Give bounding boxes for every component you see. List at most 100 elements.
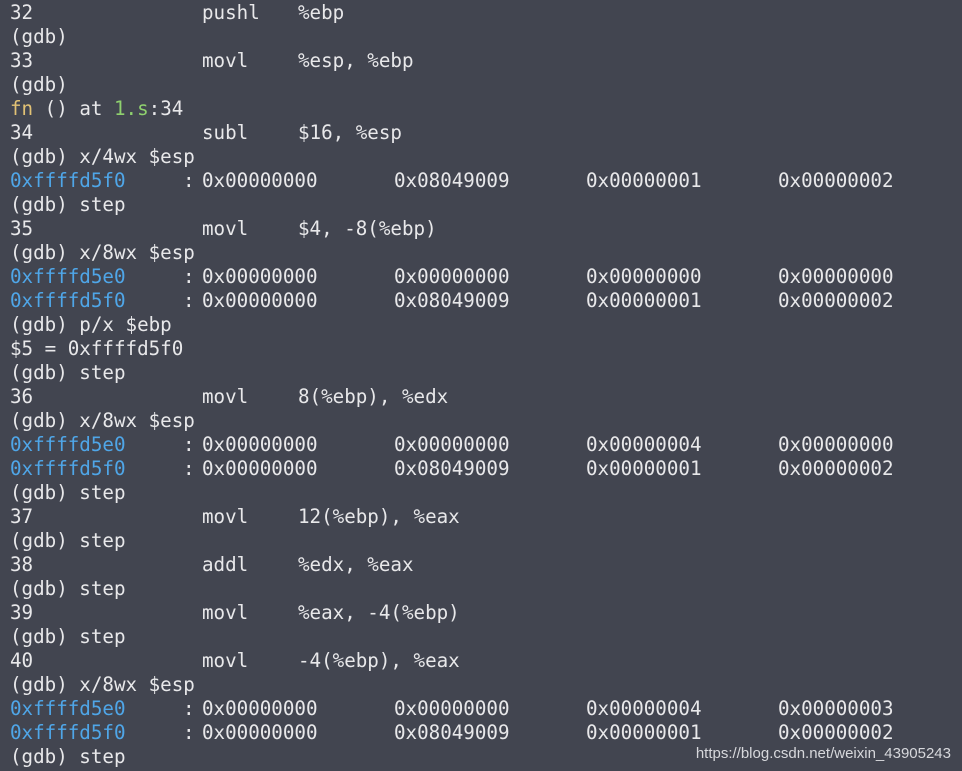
memory-address: 0xffffd5f0: [10, 457, 126, 480]
line-text: (gdb) step: [10, 745, 126, 768]
memory-word: 0x00000000: [202, 289, 318, 312]
memory-word: 0x00000000: [202, 433, 318, 456]
line-text: (gdb): [10, 73, 68, 96]
memory-word: 0x00000004: [586, 433, 702, 456]
instruction-operands: -4(%ebp), %eax: [298, 649, 460, 672]
instruction-mnemonic: movl: [202, 49, 249, 72]
instruction-operands: %eax, -4(%ebp): [298, 601, 460, 624]
memory-address: 0xffffd5f0: [10, 289, 126, 312]
memory-address: 0xffffd5e0: [10, 697, 126, 720]
file-name: 1.s: [113, 97, 149, 120]
memory-address: 0xffffd5f0: [10, 169, 126, 192]
line-number: 37: [10, 505, 34, 528]
line-text: $5 = 0xffffd5f0: [10, 337, 184, 360]
line-text: (gdb) x/8wx $esp: [10, 673, 195, 696]
memory-word: 0x08049009: [394, 721, 510, 744]
line-text: (gdb): [10, 25, 68, 48]
instruction-operands: $16, %esp: [298, 121, 402, 144]
line-number: 39: [10, 601, 34, 624]
instruction-operands: %edx, %eax: [298, 553, 414, 576]
gdb-prompt-line: (gdb): [10, 73, 962, 97]
gdb-prompt-line: (gdb) step: [10, 481, 962, 505]
memory-row: 0xffffd5e0:0x00000000 0x00000000 0x0000000…: [10, 265, 962, 289]
source-line: 39 movl %eax, -4(%ebp): [10, 601, 962, 625]
source-line: 38 addl %edx, %eax: [10, 553, 962, 577]
line-text: (gdb) x/4wx $esp: [10, 145, 195, 168]
memory-word: 0x00000000: [586, 265, 702, 288]
memory-word: 0x00000001: [586, 169, 702, 192]
memory-word: 0x00000000: [778, 265, 894, 288]
source-line: 33 movl %esp, %ebp: [10, 49, 962, 73]
gdb-prompt-line: (gdb) step: [10, 193, 962, 217]
frame-text: () at: [33, 97, 114, 120]
gdb-prompt-line: (gdb) step: [10, 361, 962, 385]
line-text: (gdb) step: [10, 361, 126, 384]
instruction-operands: 12(%ebp), %eax: [298, 505, 460, 528]
address-colon: :: [183, 433, 195, 456]
memory-word: 0x00000002: [778, 457, 894, 480]
gdb-prompt-line: (gdb) x/8wx $esp: [10, 241, 962, 265]
instruction-mnemonic: movl: [202, 385, 249, 408]
gdb-prompt-line: (gdb) step: [10, 577, 962, 601]
line-number: 34: [10, 121, 34, 144]
memory-row: 0xffffd5f0:0x00000000 0x08049009 0x0000000…: [10, 721, 962, 745]
memory-word: 0x08049009: [394, 457, 510, 480]
gdb-terminal[interactable]: 32 pushl %ebp (gdb) 33 movl %esp, %ebp (gdb) fn …: [0, 0, 962, 771]
line-number: 33: [10, 49, 34, 72]
instruction-mnemonic: subl: [202, 121, 249, 144]
gdb-prompt-line: (gdb) x/8wx $esp: [10, 409, 962, 433]
memory-word: 0x00000000: [202, 265, 318, 288]
address-colon: :: [183, 169, 195, 192]
instruction-operands: $4, -8(%ebp): [298, 217, 437, 240]
line-text: (gdb) x/8wx $esp: [10, 409, 195, 432]
address-colon: :: [183, 721, 195, 744]
instruction-mnemonic: movl: [202, 217, 249, 240]
gdb-prompt-line: (gdb) p/x $ebp: [10, 313, 962, 337]
memory-address: 0xffffd5e0: [10, 265, 126, 288]
frame-line: fn () at 1.s:34: [10, 97, 962, 121]
memory-word: 0x00000003: [778, 697, 894, 720]
watermark: https://blog.csdn.net/weixin_43905243: [695, 745, 951, 762]
source-line: 32 pushl %ebp: [10, 1, 962, 25]
memory-address: 0xffffd5e0: [10, 433, 126, 456]
line-number: 40: [10, 649, 34, 672]
memory-word: 0x00000001: [586, 457, 702, 480]
gdb-prompt-line: (gdb) step: [10, 625, 962, 649]
line-text: (gdb) p/x $ebp: [10, 313, 172, 336]
terminal-output: 32 pushl %ebp (gdb) 33 movl %esp, %ebp (gdb) fn …: [10, 1, 962, 769]
address-colon: :: [183, 457, 195, 480]
instruction-mnemonic: movl: [202, 505, 249, 528]
instruction-operands: %esp, %ebp: [298, 49, 414, 72]
function-name: fn: [10, 97, 34, 120]
memory-word: 0x08049009: [394, 169, 510, 192]
address-colon: :: [183, 697, 195, 720]
memory-row: 0xffffd5f0:0x00000000 0x08049009 0x0000000…: [10, 457, 962, 481]
memory-word: 0x00000000: [394, 265, 510, 288]
memory-word: 0x00000002: [778, 289, 894, 312]
line-text: (gdb) x/8wx $esp: [10, 241, 195, 264]
output-line: $5 = 0xffffd5f0: [10, 337, 962, 361]
gdb-prompt-line: (gdb) x/8wx $esp: [10, 673, 962, 697]
memory-word: 0x00000000: [394, 433, 510, 456]
memory-row: 0xffffd5f0:0x00000000 0x08049009 0x0000000…: [10, 289, 962, 313]
memory-address: 0xffffd5f0: [10, 721, 126, 744]
memory-word: 0x00000000: [202, 697, 318, 720]
memory-word: 0x00000000: [202, 169, 318, 192]
source-line: 37 movl 12(%ebp), %eax: [10, 505, 962, 529]
memory-row: 0xffffd5e0:0x00000000 0x00000000 0x0000000…: [10, 697, 962, 721]
memory-word: 0x00000001: [586, 721, 702, 744]
line-number: 38: [10, 553, 34, 576]
instruction-mnemonic: movl: [202, 649, 249, 672]
memory-word: 0x00000002: [778, 169, 894, 192]
source-line: 40 movl -4(%ebp), %eax: [10, 649, 962, 673]
gdb-prompt-line: (gdb) x/4wx $esp: [10, 145, 962, 169]
memory-row: 0xffffd5e0:0x00000000 0x00000000 0x0000000…: [10, 433, 962, 457]
line-number: 35: [10, 217, 34, 240]
line-number: 36: [10, 385, 34, 408]
memory-word: 0x00000000: [394, 697, 510, 720]
line-text: (gdb) step: [10, 481, 126, 504]
line-text: (gdb) step: [10, 625, 126, 648]
source-line: 35 movl $4, -8(%ebp): [10, 217, 962, 241]
memory-word: 0x00000000: [778, 433, 894, 456]
line-number: 32: [10, 1, 34, 24]
